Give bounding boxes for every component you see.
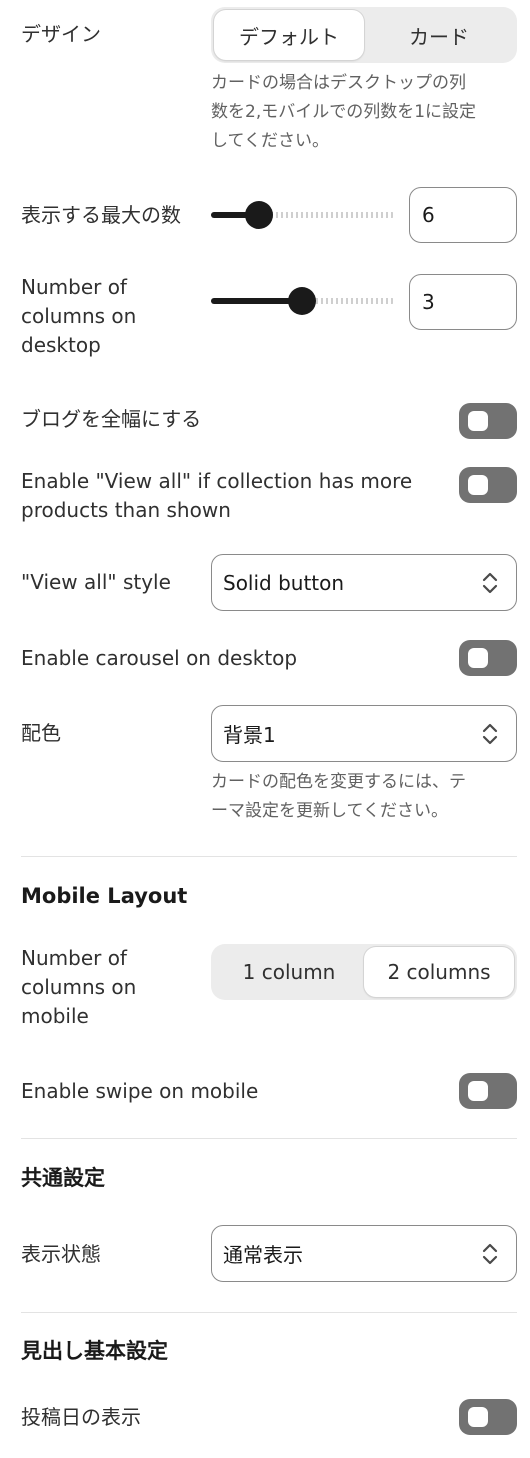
view-all-style-label: "View all" style (21, 570, 171, 594)
columns-mobile-option-1[interactable]: 1 column (214, 947, 364, 997)
heading-settings-heading: 見出し基本設定 (21, 1339, 168, 1363)
columns-desktop-input[interactable]: 3 (409, 274, 517, 330)
columns-desktop-label: Number of columns on desktop (21, 275, 137, 357)
columns-mobile-label: Number of columns on mobile (21, 946, 137, 1028)
design-segmented-control: デフォルト カード (211, 7, 517, 63)
chevron-up-down-icon (482, 572, 498, 593)
columns-mobile-segmented-control: 1 column 2 columns (211, 944, 517, 1000)
design-help-text: カードの場合はデスクトップの列 数を2,モバイルでの列数を1に設定 してください… (211, 73, 477, 151)
color-scheme-help-text: カードの配色を変更するには、テ ーマ設定を更新してください。 (211, 772, 466, 821)
toggle-knob (468, 1407, 488, 1427)
post-date-toggle[interactable] (459, 1399, 517, 1435)
columns-mobile-option-2[interactable]: 2 columns (364, 947, 514, 997)
columns-desktop-slider[interactable] (211, 286, 395, 316)
view-all-label: Enable "View all" if collection has more… (21, 469, 413, 522)
toggle-knob (468, 1081, 488, 1101)
slider-thumb[interactable] (245, 201, 273, 229)
swipe-mobile-toggle[interactable] (459, 1073, 517, 1109)
post-date-label: 投稿日の表示 (21, 1405, 141, 1429)
visibility-label: 表示状態 (21, 1242, 101, 1266)
toggle-knob (468, 648, 488, 668)
slider-thumb[interactable] (288, 287, 316, 315)
view-all-style-value: Solid button (223, 570, 345, 595)
carousel-desktop-label: Enable carousel on desktop (21, 646, 298, 670)
max-items-input[interactable]: 6 (409, 187, 517, 243)
full-width-blog-label: ブログを全幅にする (21, 407, 202, 431)
carousel-desktop-toggle[interactable] (459, 640, 517, 676)
visibility-value: 通常表示 (223, 1243, 303, 1267)
max-items-value: 6 (422, 203, 435, 227)
design-option-card[interactable]: カード (364, 10, 514, 60)
toggle-knob (468, 411, 488, 431)
color-scheme-label: 配色 (21, 721, 61, 745)
color-scheme-value: 背景1 (223, 723, 276, 747)
common-settings-heading: 共通設定 (21, 1166, 105, 1190)
swipe-mobile-label: Enable swipe on mobile (21, 1079, 259, 1103)
chevron-up-down-icon (482, 723, 498, 744)
design-label: デザイン (21, 22, 101, 46)
visibility-select[interactable]: 通常表示 (211, 1225, 517, 1282)
max-items-label: 表示する最大の数 (21, 203, 181, 227)
columns-desktop-value: 3 (422, 290, 435, 314)
design-option-default[interactable]: デフォルト (214, 10, 364, 60)
full-width-blog-toggle[interactable] (459, 403, 517, 439)
chevron-up-down-icon (482, 1243, 498, 1264)
section-divider (21, 1312, 517, 1313)
section-divider (21, 856, 517, 857)
view-all-style-select[interactable]: Solid button (211, 554, 517, 611)
mobile-layout-heading: Mobile Layout (21, 884, 188, 908)
color-scheme-select[interactable]: 背景1 (211, 705, 517, 762)
toggle-knob (468, 475, 488, 495)
max-items-slider[interactable] (211, 200, 395, 230)
section-divider (21, 1138, 517, 1139)
view-all-toggle[interactable] (459, 467, 517, 503)
